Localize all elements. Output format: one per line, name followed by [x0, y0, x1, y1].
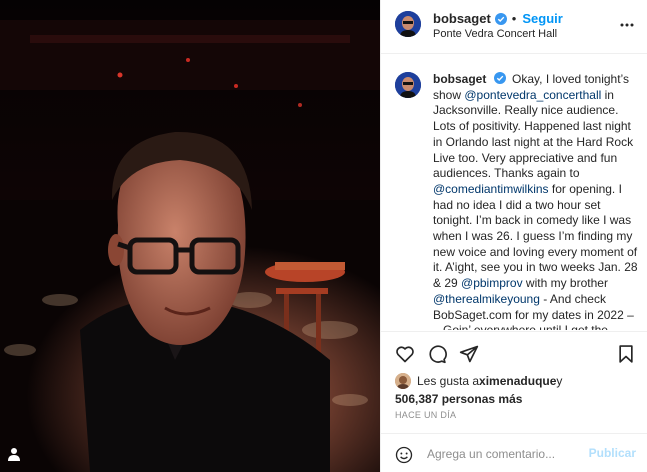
- caption-username[interactable]: bobsaget: [433, 72, 486, 86]
- mention-link[interactable]: @pbimprov: [461, 276, 523, 290]
- emoji-icon[interactable]: [395, 446, 413, 464]
- verified-badge-icon: [493, 72, 506, 84]
- username-link[interactable]: bobsaget: [433, 11, 491, 26]
- mention-link[interactable]: @comediantimwilkins: [433, 182, 549, 196]
- caption-text: for opening. I had no idea I did a two h…: [433, 181, 638, 291]
- avatar[interactable]: [395, 11, 421, 37]
- more-options-icon[interactable]: [620, 18, 634, 32]
- liker-username[interactable]: ximenaduque: [479, 374, 556, 388]
- mention-link[interactable]: @pontevedra_concerthall: [464, 88, 601, 102]
- comment-icon[interactable]: [427, 344, 447, 364]
- post-photo[interactable]: [0, 0, 380, 472]
- comment-form: Publicar: [381, 433, 647, 472]
- action-bar: [381, 331, 647, 371]
- selfie-stage-image: [0, 0, 380, 472]
- likes-count[interactable]: 506,387 personas más: [395, 392, 640, 406]
- location-link[interactable]: Ponte Vedra Concert Hall: [433, 28, 557, 40]
- comment-input[interactable]: [427, 443, 587, 465]
- likes-connector: y: [556, 374, 563, 388]
- follow-button[interactable]: Seguir: [522, 11, 562, 26]
- likes-section: Les gusta a ximenaduque y 506,387 person…: [395, 373, 640, 406]
- caption-text: with my brother: [522, 276, 608, 291]
- post-caption: bobsaget Okay, I loved tonight’s show @p…: [433, 72, 639, 330]
- mention-link[interactable]: @therealmikeyoung: [433, 292, 540, 306]
- bookmark-icon[interactable]: [616, 344, 636, 364]
- likes-prefix: Les gusta a: [417, 374, 480, 388]
- post-timestamp[interactable]: HACE UN DÍA: [395, 410, 456, 420]
- share-icon[interactable]: [459, 344, 479, 364]
- post-header: bobsaget • Seguir Ponte Vedra Concert Ha…: [381, 0, 647, 54]
- publish-button[interactable]: Publicar: [589, 446, 636, 460]
- post-details-panel: bobsaget • Seguir Ponte Vedra Concert Ha…: [380, 0, 647, 472]
- liker-avatar[interactable]: [395, 373, 411, 389]
- heart-icon[interactable]: [395, 344, 415, 364]
- separator-dot: •: [511, 11, 517, 26]
- user-tag-icon[interactable]: [6, 446, 22, 462]
- verified-badge-icon: [494, 12, 507, 25]
- caption-area: bobsaget Okay, I loved tonight’s show @p…: [381, 55, 647, 330]
- caption-avatar[interactable]: [395, 72, 421, 98]
